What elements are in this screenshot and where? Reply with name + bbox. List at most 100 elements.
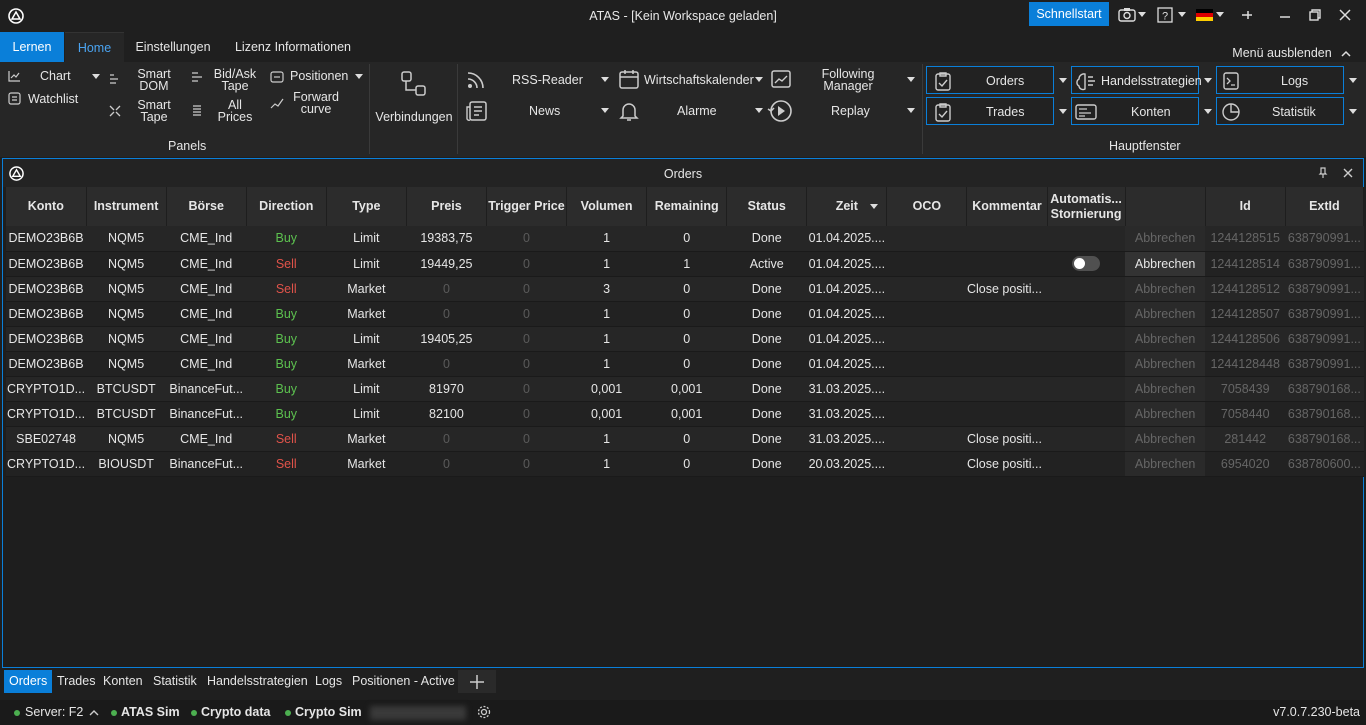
tab-einstellungen[interactable]: Einstellungen (128, 32, 218, 62)
rss-reader-button[interactable]: RSS-Reader (512, 74, 583, 87)
column-header-status[interactable]: Status (726, 187, 808, 226)
replay-button[interactable]: Replay (831, 105, 870, 118)
forward-curve-button[interactable]: Forward curve (290, 91, 342, 116)
add-tab-button[interactable] (458, 670, 496, 693)
column-header-boerse[interactable]: Börse (166, 187, 247, 226)
gear-icon[interactable] (477, 705, 491, 719)
cancel-order-button[interactable]: Abbrechen (1125, 251, 1206, 277)
chevron-down-icon[interactable] (1204, 109, 1212, 114)
table-row[interactable]: DEMO23B6B NQM5 CME_Ind Sell Market 0 0 3 0 Done 01… (6, 276, 1364, 302)
bottom-tab-orders[interactable]: Orders (4, 670, 53, 693)
chevron-down-icon[interactable] (601, 77, 609, 82)
chevron-up-icon[interactable] (1341, 50, 1351, 57)
bidask-tape-button[interactable]: Bid/Ask Tape (210, 68, 260, 93)
column-header-volumen[interactable]: Volumen (566, 187, 648, 226)
chevron-down-icon[interactable] (907, 108, 915, 113)
connection-atas-sim[interactable]: ATAS Sim (121, 705, 180, 719)
chevron-down-icon[interactable] (92, 74, 100, 79)
chevron-down-icon[interactable] (1204, 78, 1212, 83)
table-row[interactable]: DEMO23B6B NQM5 CME_Ind Buy Market 0 0 1 0 Done 01.… (6, 301, 1364, 327)
smart-tape-button[interactable]: Smart Tape (132, 99, 176, 124)
connections-button[interactable]: Verbindungen (374, 111, 454, 124)
pin-icon[interactable] (1318, 167, 1328, 179)
server-label[interactable]: Server: F2 (25, 705, 83, 719)
watchlist-button[interactable]: Watchlist (28, 93, 78, 106)
chevron-down-icon[interactable] (1178, 12, 1186, 17)
chevron-down-icon[interactable] (1138, 12, 1146, 17)
all-prices-button[interactable]: All Prices (210, 99, 260, 124)
statistics-window-button[interactable]: Statistik (1216, 97, 1344, 125)
column-header-remaining[interactable]: Remaining (646, 187, 728, 226)
close-icon[interactable] (1339, 6, 1351, 24)
column-header-kommentar[interactable]: Kommentar (966, 187, 1048, 226)
table-row[interactable]: CRYPTO1D... BIOUSDT BinanceFut... Sell Marke… (6, 451, 1364, 477)
minimize-icon[interactable] (1279, 6, 1291, 24)
chevron-down-icon[interactable] (1059, 109, 1067, 114)
strategies-window-button[interactable]: Handelsstrategien (1071, 66, 1202, 94)
tab-home[interactable]: Home (65, 32, 124, 62)
help-icon[interactable]: ? (1157, 6, 1173, 24)
connection-crypto-sim[interactable]: Crypto Sim (295, 705, 362, 719)
cancel-order-button[interactable]: Abbrechen (1125, 426, 1206, 452)
column-header-cancel[interactable] (1125, 187, 1206, 226)
chevron-down-icon[interactable] (1216, 12, 1224, 17)
sort-desc-icon[interactable] (870, 204, 879, 209)
tab-lernen[interactable]: Lernen (0, 32, 64, 62)
orders-window-button[interactable]: Orders (926, 66, 1054, 94)
close-icon[interactable] (1343, 168, 1353, 178)
bottom-tab-trades[interactable]: Trades (52, 670, 100, 693)
positionen-button[interactable]: Positionen (290, 70, 348, 83)
tab-lizenz[interactable]: Lizenz Informationen (230, 32, 356, 62)
column-header-autocancel[interactable]: Automatis... Stornierung (1047, 187, 1126, 226)
alarms-button[interactable]: Alarme (677, 105, 717, 118)
column-header-id[interactable]: Id (1205, 187, 1286, 226)
cancel-order-button[interactable]: Abbrechen (1125, 376, 1206, 402)
column-header-type[interactable]: Type (326, 187, 407, 226)
column-header-zeit[interactable]: Zeit (806, 187, 888, 226)
cancel-order-button[interactable]: Abbrechen (1125, 326, 1206, 352)
table-row[interactable]: DEMO23B6B NQM5 CME_Ind Buy Limit 19383,75 0 1 0 D… (6, 226, 1364, 252)
news-button[interactable]: News (529, 105, 560, 118)
column-header-oco[interactable]: OCO (886, 187, 968, 226)
cancel-order-button[interactable]: Abbrechen (1125, 401, 1206, 427)
connection-crypto-data[interactable]: Crypto data (201, 705, 270, 719)
restore-icon[interactable] (1309, 6, 1321, 24)
bottom-tab-strategies[interactable]: Handelsstrategien (202, 670, 313, 693)
chevron-down-icon[interactable] (1349, 78, 1357, 83)
column-header-konto[interactable]: Konto (6, 187, 87, 226)
chart-button[interactable]: Chart (40, 70, 71, 83)
chevron-down-icon[interactable] (907, 77, 915, 82)
pin-window-icon[interactable] (1240, 6, 1254, 24)
table-row[interactable]: CRYPTO1D... BTCUSDT BinanceFut... Buy Limit 8… (6, 401, 1364, 427)
bottom-tab-positions[interactable]: Positionen - Active (347, 670, 460, 693)
column-header-trigger[interactable]: Trigger Price (486, 187, 568, 226)
smart-dom-button[interactable]: Smart DOM (132, 68, 176, 93)
accounts-window-button[interactable]: Konten (1071, 97, 1199, 125)
table-row[interactable]: DEMO23B6B NQM5 CME_Ind Buy Market 0 0 1 0 Done 01.… (6, 351, 1364, 377)
chevron-up-icon[interactable] (89, 709, 99, 716)
table-row[interactable]: DEMO23B6B NQM5 CME_Ind Sell Limit 19449,25 0 1 1… (6, 251, 1364, 277)
cancel-order-button[interactable]: Abbrechen (1125, 276, 1206, 302)
column-header-extid[interactable]: ExtId (1285, 187, 1365, 226)
following-manager-button[interactable]: Following Manager (812, 68, 884, 93)
cancel-order-button[interactable]: Abbrechen (1125, 451, 1206, 477)
chevron-down-icon[interactable] (1349, 109, 1357, 114)
column-header-preis[interactable]: Preis (406, 187, 487, 226)
cancel-order-button[interactable]: Abbrechen (1125, 226, 1206, 252)
camera-icon[interactable] (1118, 6, 1136, 24)
table-row[interactable]: SBE02748 NQM5 CME_Ind Sell Market 0 0 1 0 Done 31.… (6, 426, 1364, 452)
chevron-down-icon[interactable] (755, 77, 763, 82)
economic-calendar-button[interactable]: Wirtschaftskalender (644, 74, 754, 87)
logs-window-button[interactable]: Logs (1216, 66, 1344, 94)
chevron-down-icon[interactable] (355, 74, 363, 79)
column-header-direction[interactable]: Direction (246, 187, 327, 226)
trades-window-button[interactable]: Trades (926, 97, 1054, 125)
bottom-tab-konten[interactable]: Konten (98, 670, 148, 693)
column-header-instrument[interactable]: Instrument (86, 187, 167, 226)
auto-cancel-toggle[interactable] (1072, 256, 1101, 272)
cancel-order-button[interactable]: Abbrechen (1125, 351, 1206, 377)
table-row[interactable]: DEMO23B6B NQM5 CME_Ind Buy Limit 19405,25 0 1 0 D… (6, 326, 1364, 352)
table-row[interactable]: CRYPTO1D... BTCUSDT BinanceFut... Buy Limit 8… (6, 376, 1364, 402)
bottom-tab-statistik[interactable]: Statistik (148, 670, 202, 693)
chevron-down-icon[interactable] (1059, 78, 1067, 83)
